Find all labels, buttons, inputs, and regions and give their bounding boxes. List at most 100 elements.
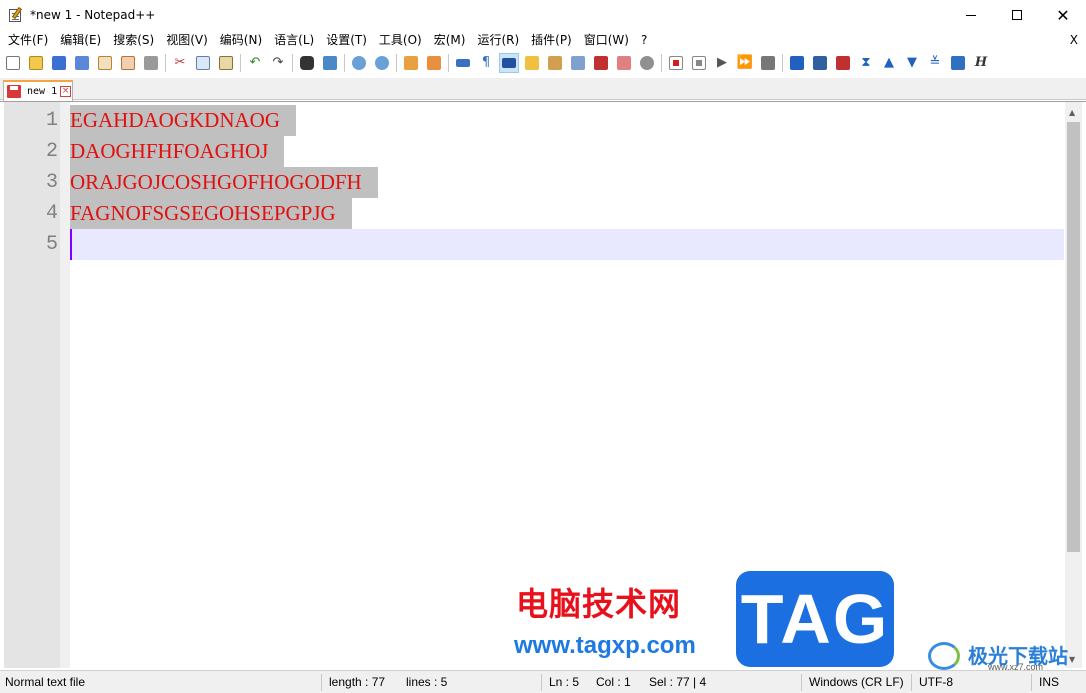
close-all-icon [121, 56, 135, 70]
copy-button[interactable] [193, 53, 213, 73]
menu-tools[interactable]: 工具(O) [373, 30, 428, 50]
redo-button[interactable]: ↷ [268, 53, 288, 73]
monitoring-button[interactable] [637, 53, 657, 73]
menu-encoding[interactable]: 编码(N) [214, 30, 268, 50]
record-macro-button[interactable] [666, 53, 686, 73]
menu-help[interactable]: ? [635, 30, 653, 50]
status-eol[interactable]: Windows (CR LF) [809, 671, 904, 693]
status-length: length : 77 [329, 675, 386, 689]
menu-settings[interactable]: 设置(T) [320, 30, 373, 50]
watermark-cn-text: 电脑技术网 [516, 585, 682, 623]
vertical-scrollbar[interactable]: ▲ ▼ [1065, 102, 1082, 668]
menu-edit[interactable]: 编辑(E) [54, 30, 107, 50]
next-button[interactable]: ▼ [902, 53, 922, 73]
current-line-highlight [70, 229, 1064, 260]
scroll-up-icon[interactable]: ▲ [1069, 108, 1075, 117]
find-button[interactable] [297, 53, 317, 73]
minimize-button[interactable] [948, 0, 994, 30]
tab-new-1[interactable]: new 1 × [3, 80, 73, 101]
save-button[interactable] [49, 53, 69, 73]
zoom-out-button[interactable] [372, 53, 392, 73]
help-button[interactable]: H [971, 53, 991, 73]
cut-icon: ✂ [174, 55, 186, 70]
tab-close-icon[interactable]: × [60, 86, 72, 97]
cut-button[interactable]: ✂ [170, 53, 190, 73]
save-icon [52, 56, 66, 70]
play-macro-button[interactable]: ▶ [712, 53, 732, 73]
title-bar: *new 1 - Notepad++ ✕ [0, 0, 1086, 30]
compare-2-button[interactable] [833, 53, 853, 73]
compare-button[interactable] [810, 53, 830, 73]
menu-file[interactable]: 文件(F) [2, 30, 54, 50]
replace-icon [323, 56, 337, 70]
status-mode[interactable]: INS [1039, 671, 1059, 693]
menu-window[interactable]: 窗口(W) [578, 30, 635, 50]
indent-guide-button[interactable] [499, 53, 519, 73]
new-file-icon [6, 56, 20, 70]
line-number: 3 [45, 171, 58, 194]
close-all-button[interactable] [118, 53, 138, 73]
selected-text: DAOGHFHFOAGHOJ [70, 136, 285, 167]
menu-bar: 文件(F) 编辑(E) 搜索(S) 视图(V) 编码(N) 语言(L) 设置(T… [0, 30, 1086, 50]
monitoring-icon [640, 56, 654, 70]
user-language-icon [525, 56, 539, 70]
open-file-button[interactable] [26, 53, 46, 73]
doc-map-button[interactable] [545, 53, 565, 73]
scrollbar-thumb[interactable] [1067, 122, 1080, 552]
previous-button[interactable]: ▲ [879, 53, 899, 73]
print-button[interactable] [141, 53, 161, 73]
stop-record-button[interactable] [689, 53, 709, 73]
close-file-button[interactable] [95, 53, 115, 73]
line-number: 5 [45, 233, 58, 256]
watermark-corner-logo: 极光下载站 www.xz7.com [928, 638, 1084, 672]
close-document-button[interactable]: X [1070, 30, 1078, 50]
toolbar-separator [292, 54, 293, 72]
text-caret [70, 229, 72, 260]
status-encoding[interactable]: UTF-8 [919, 671, 953, 693]
status-col: Col : 1 [596, 675, 631, 689]
sync-vertical-button[interactable] [401, 53, 421, 73]
folder-workspace-icon [617, 56, 631, 70]
last-button[interactable] [948, 53, 968, 73]
notepad-app-icon [8, 6, 24, 23]
doc-list-button[interactable] [568, 53, 588, 73]
status-separator [801, 674, 802, 691]
save-all-icon [75, 56, 89, 70]
menu-run[interactable]: 运行(R) [471, 30, 525, 50]
user-language-button[interactable] [522, 53, 542, 73]
doc-map-icon [548, 56, 562, 70]
menu-view[interactable]: 视图(V) [160, 30, 214, 50]
fold-margin[interactable] [60, 102, 70, 668]
new-file-button[interactable] [3, 53, 23, 73]
show-all-chars-button[interactable]: ¶ [476, 53, 496, 73]
paste-button[interactable] [216, 53, 236, 73]
save-macro-button[interactable] [758, 53, 778, 73]
undo-button[interactable]: ↶ [245, 53, 265, 73]
bookmark-button[interactable] [787, 53, 807, 73]
function-list-button[interactable] [591, 53, 611, 73]
menu-search[interactable]: 搜索(S) [107, 30, 160, 50]
code-line: FAGNOFSGSEGOHSEPGPJG [70, 198, 352, 229]
status-separator [911, 674, 912, 691]
run-macro-multiple-button[interactable]: ⏩ [735, 53, 755, 73]
word-wrap-button[interactable] [453, 53, 473, 73]
window-controls: ✕ [948, 0, 1086, 30]
first-button[interactable]: ≚ [925, 53, 945, 73]
save-all-button[interactable] [72, 53, 92, 73]
close-window-icon: ✕ [1056, 5, 1070, 25]
close-icon [98, 56, 112, 70]
replace-button[interactable] [320, 53, 340, 73]
folder-workspace-button[interactable] [614, 53, 634, 73]
collapse-button[interactable]: ⧗ [856, 53, 876, 73]
sync-horizontal-button[interactable] [424, 53, 444, 73]
menu-plugins[interactable]: 插件(P) [525, 30, 578, 50]
menu-macro[interactable]: 宏(M) [428, 30, 472, 50]
menu-language[interactable]: 语言(L) [268, 30, 320, 50]
tab-label: new 1 [27, 86, 58, 97]
print-icon [144, 56, 158, 70]
close-button[interactable]: ✕ [1040, 0, 1086, 30]
toolbar-separator [396, 54, 397, 72]
show-all-chars-icon: ¶ [481, 55, 491, 70]
maximize-button[interactable] [994, 0, 1040, 30]
zoom-in-button[interactable] [349, 53, 369, 73]
